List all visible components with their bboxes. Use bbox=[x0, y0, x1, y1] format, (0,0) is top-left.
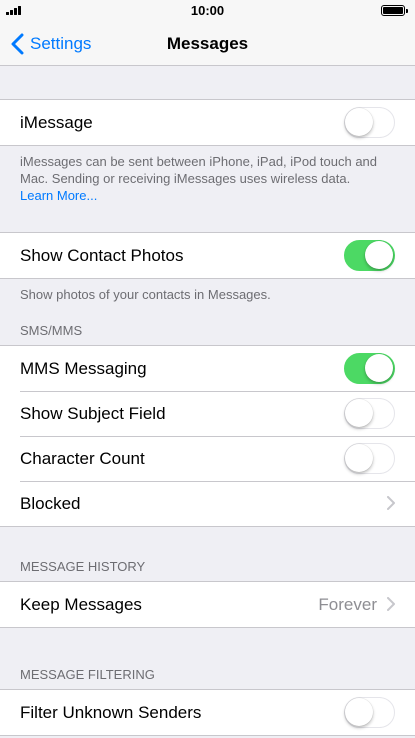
sms-mms-group: MMS Messaging Show Subject Field Charact… bbox=[0, 345, 415, 527]
learn-more-link[interactable]: Learn More... bbox=[20, 188, 97, 203]
mms-messaging-row: MMS Messaging bbox=[0, 346, 415, 391]
imessage-footer: iMessages can be sent between iPhone, iP… bbox=[20, 153, 395, 204]
chevron-right-icon bbox=[387, 496, 395, 510]
keep-messages-row[interactable]: Keep Messages Forever bbox=[0, 582, 415, 627]
show-subject-field-row: Show Subject Field bbox=[0, 391, 415, 436]
imessage-toggle[interactable] bbox=[344, 107, 395, 138]
blocked-row[interactable]: Blocked bbox=[0, 481, 415, 526]
status-time: 10:00 bbox=[190, 3, 225, 18]
mms-messaging-toggle[interactable] bbox=[344, 353, 395, 384]
sms-mms-header: SMS/MMS bbox=[20, 323, 83, 338]
keep-messages-value: Forever bbox=[318, 595, 377, 614]
filter-unknown-senders-row: Filter Unknown Senders bbox=[0, 690, 415, 735]
imessage-group: iMessage bbox=[0, 99, 415, 146]
show-subject-field-toggle[interactable] bbox=[344, 398, 395, 429]
filter-unknown-senders-toggle[interactable] bbox=[344, 697, 395, 728]
character-count-toggle[interactable] bbox=[344, 443, 395, 474]
contact-photos-group: Show Contact Photos bbox=[0, 232, 415, 279]
blocked-label: Blocked bbox=[20, 493, 81, 513]
contact-photos-toggle[interactable] bbox=[344, 240, 395, 271]
message-history-header: MESSAGE HISTORY bbox=[20, 559, 146, 574]
message-filtering-group: Filter Unknown Senders bbox=[0, 689, 415, 736]
battery-icon bbox=[381, 5, 408, 16]
status-bar: 10:00 bbox=[0, 0, 415, 22]
navigation-bar: Settings Messages bbox=[0, 22, 415, 66]
contact-photos-row: Show Contact Photos bbox=[0, 233, 415, 278]
message-history-group: Keep Messages Forever bbox=[0, 581, 415, 628]
contact-photos-footer: Show photos of your contacts in Messages… bbox=[20, 287, 271, 302]
page-title: Messages bbox=[166, 34, 249, 53]
chevron-right-icon bbox=[387, 597, 395, 611]
character-count-row: Character Count bbox=[0, 436, 415, 481]
message-filtering-header: MESSAGE FILTERING bbox=[20, 667, 155, 682]
imessage-row: iMessage bbox=[0, 100, 415, 145]
imessage-footer-text: iMessages can be sent between iPhone, iP… bbox=[20, 154, 378, 186]
